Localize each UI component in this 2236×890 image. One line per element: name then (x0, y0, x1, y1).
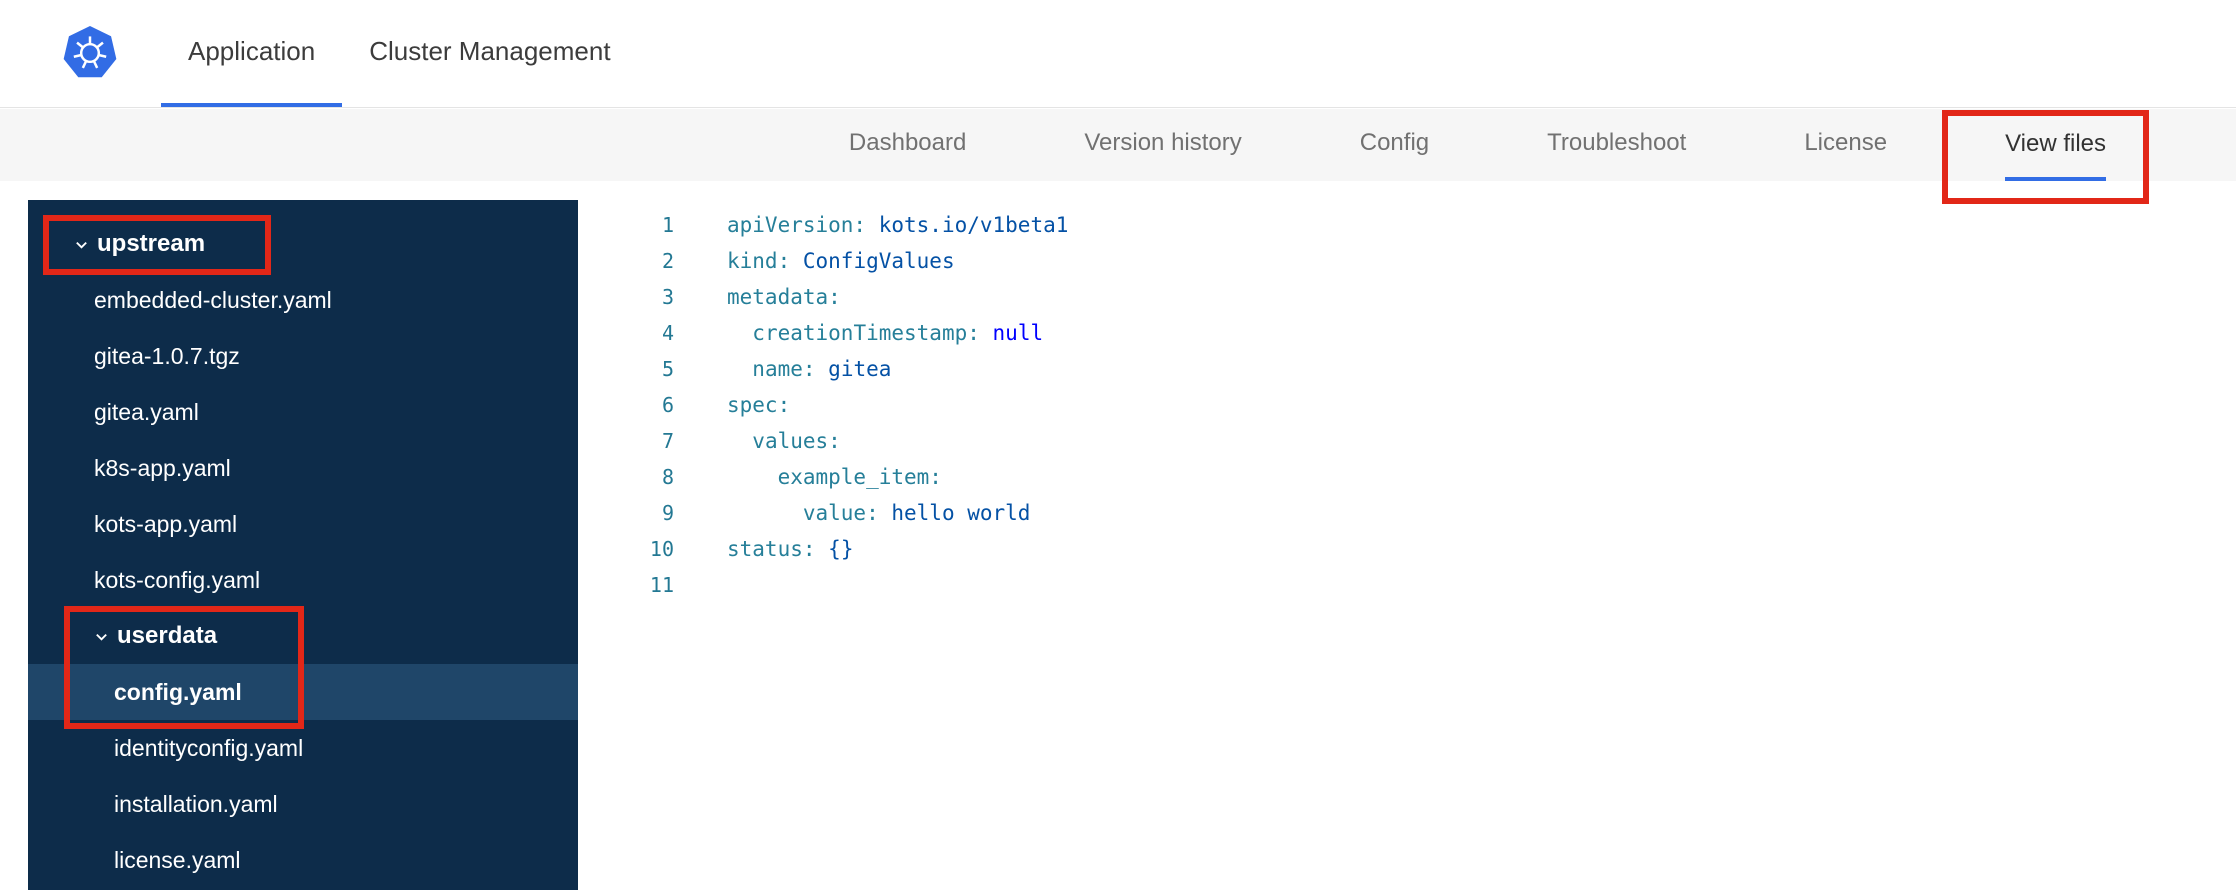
code-line: 1 apiVersion: kots.io/v1beta1 (578, 207, 2236, 243)
tree-item-label: kots-config.yaml (94, 566, 261, 593)
code-line: 11 (578, 567, 2236, 603)
line-number: 2 (661, 249, 674, 273)
code-text: metadata: (727, 285, 841, 309)
tree-item-label: embedded-cluster.yaml (94, 286, 332, 313)
code-line: 8 example_item: (578, 459, 2236, 495)
line-number: 7 (661, 429, 674, 453)
code-line: 2 kind: ConfigValues (578, 243, 2236, 279)
code-text: value: hello world (802, 501, 1031, 525)
tree-item-label: upstream (97, 230, 206, 257)
tree-item-label: k8s-app.yaml (94, 454, 231, 481)
tree-item-label: identityconfig.yaml (114, 734, 304, 761)
tree-item-label: config.yaml (114, 678, 242, 705)
code-line: 10 status: {} (578, 531, 2236, 567)
code-text: example_item: (777, 465, 942, 489)
line-number: 9 (661, 501, 674, 525)
tab-dashboard[interactable]: Dashboard (849, 109, 966, 181)
tree-file-identityconfig-yaml[interactable]: identityconfig.yaml (28, 720, 578, 776)
line-number: 8 (661, 465, 674, 489)
yaml-file-viewer[interactable]: 1 apiVersion: kots.io/v1beta1 2 kind: Confi… (578, 200, 2236, 890)
tree-file-config-yaml[interactable]: config.yaml (28, 664, 578, 720)
chevron-down-icon[interactable] (74, 237, 89, 252)
tree-item-label: userdata (117, 622, 218, 649)
code-line: 3 metadata: (578, 279, 2236, 315)
kubernetes-logo-icon[interactable] (62, 25, 118, 81)
application-tab-bar: Dashboard Version history Config Troublesho… (849, 109, 2236, 181)
top-tab-application[interactable]: Application (161, 0, 343, 107)
primary-tab-bar: Application Cluster Management (161, 0, 2236, 107)
code-line: 7 values: (578, 423, 2236, 459)
line-number: 1 (661, 213, 674, 237)
tab-view-files[interactable]: View files (2005, 109, 2106, 181)
code-text: spec: (727, 393, 791, 417)
tree-file-license-yaml[interactable]: license.yaml (28, 832, 578, 888)
code-line: 4 creationTimestamp: null (578, 315, 2236, 351)
tab-license[interactable]: License (1804, 109, 1887, 181)
top-navbar: Application Cluster Management (0, 0, 2236, 108)
tree-item-label: gitea-1.0.7.tgz (94, 342, 240, 369)
top-tab-cluster-management[interactable]: Cluster Management (342, 0, 637, 107)
code-text: values: (752, 429, 841, 453)
line-number: 3 (661, 285, 674, 309)
tree-dir-upstream[interactable]: upstream (28, 216, 578, 272)
tab-version-history[interactable]: Version history (1084, 109, 1241, 181)
line-number: 11 (649, 573, 674, 597)
tree-file-k8s-app-yaml[interactable]: k8s-app.yaml (28, 440, 578, 496)
tree-dir-userdata[interactable]: userdata (28, 608, 578, 664)
line-number: 5 (661, 357, 674, 381)
code-line: 5 name: gitea (578, 351, 2236, 387)
application-nav: Dashboard Version history Config Troublesho… (0, 109, 2236, 181)
code-text: kind: ConfigValues (727, 249, 955, 273)
code-line: 6 spec: (578, 387, 2236, 423)
line-number: 6 (661, 393, 674, 417)
line-number: 4 (661, 321, 674, 345)
tree-file-kots-config-yaml[interactable]: kots-config.yaml (28, 552, 578, 608)
tab-config[interactable]: Config (1360, 109, 1429, 181)
tree-item-label: kots-app.yaml (94, 510, 238, 537)
tab-troubleshoot[interactable]: Troubleshoot (1547, 109, 1686, 181)
code-text: status: {} (727, 537, 854, 561)
code-text: name: gitea (752, 357, 892, 381)
tree-file-gitea-yaml[interactable]: gitea.yaml (28, 384, 578, 440)
file-tree-sidebar: upstream embedded-cluster.yaml gitea-1.0.7… (28, 200, 578, 890)
code-line: 9 value: hello world (578, 495, 2236, 531)
code-text: creationTimestamp: null (752, 321, 1044, 345)
code-text: apiVersion: kots.io/v1beta1 (727, 213, 1069, 237)
tree-item-label: gitea.yaml (94, 398, 199, 425)
tree-file-embedded-cluster-yaml[interactable]: embedded-cluster.yaml (28, 272, 578, 328)
line-number: 10 (649, 537, 674, 561)
tree-item-label: installation.yaml (114, 790, 278, 817)
tree-file-gitea-1-0-7-tgz[interactable]: gitea-1.0.7.tgz (28, 328, 578, 384)
tree-file-installation-yaml[interactable]: installation.yaml (28, 776, 578, 832)
tree-file-kots-app-yaml[interactable]: kots-app.yaml (28, 496, 578, 552)
tree-item-label: license.yaml (114, 846, 241, 873)
chevron-down-icon[interactable] (94, 629, 109, 644)
